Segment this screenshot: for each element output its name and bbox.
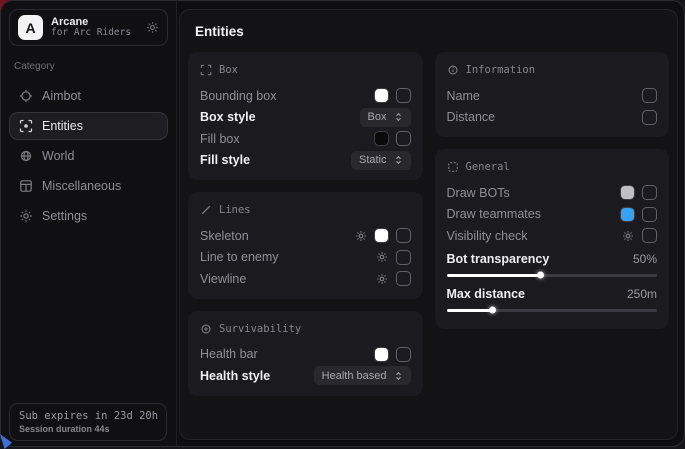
box-style-dropdown[interactable]: Box xyxy=(360,108,411,127)
info-icon xyxy=(447,64,459,76)
checkbox[interactable] xyxy=(642,228,657,243)
category-label: Category xyxy=(14,61,163,72)
sidebar-item-miscellaneous[interactable]: Miscellaneous xyxy=(9,172,168,200)
slider-row-bot-transparency: Bot transparency 50% xyxy=(447,250,658,269)
color-swatch[interactable] xyxy=(621,186,634,199)
section-title: Box xyxy=(219,64,238,76)
arcane-window: A Arcane for Arc Riders Category xyxy=(0,0,685,447)
chevron-up-down-icon xyxy=(394,155,403,165)
slider-row-max-distance: Max distance 250m xyxy=(447,285,658,304)
setting-row-fill-style: Fill style Static xyxy=(200,150,411,172)
setting-row-box-style: Box style Box xyxy=(200,107,411,129)
sidebar-item-label: Entities xyxy=(42,119,83,133)
gear-icon xyxy=(19,209,33,223)
right-column: Information Name Distance xyxy=(435,52,670,396)
health-style-dropdown[interactable]: Health based xyxy=(314,366,411,385)
subscription-status-card: Sub expires in 23d 20h Session duration … xyxy=(9,403,167,441)
session-duration-text: Session duration 44s xyxy=(19,424,157,434)
survivability-section: Survivability Health bar Health style xyxy=(188,311,423,396)
brand-subtitle: for Arc Riders xyxy=(51,28,131,39)
sidebar-item-label: Settings xyxy=(42,209,87,223)
entities-icon xyxy=(19,119,33,133)
setting-row-health-style: Health style Health based xyxy=(200,365,411,387)
row-gear-icon[interactable] xyxy=(376,251,388,263)
section-title: Survivability xyxy=(219,323,301,335)
color-swatch[interactable] xyxy=(375,229,388,242)
color-swatch[interactable] xyxy=(375,89,388,102)
checkbox[interactable] xyxy=(642,110,657,125)
brand-logo: A xyxy=(18,15,43,40)
chevron-up-down-icon xyxy=(394,112,403,122)
left-column: Box Bounding box Box style xyxy=(188,52,423,396)
setting-row-visibility-check: Visibility check xyxy=(447,225,658,247)
setting-row-viewline: Viewline xyxy=(200,268,411,290)
row-gear-icon[interactable] xyxy=(355,230,367,242)
checkbox[interactable] xyxy=(642,185,657,200)
line-icon xyxy=(200,204,212,216)
setting-row-health-bar: Health bar xyxy=(200,344,411,366)
setting-row-bounding-box: Bounding box xyxy=(200,85,411,107)
sidebar-nav: Aimbot Entities World xyxy=(9,82,168,230)
survivability-icon xyxy=(200,323,212,335)
slider-thumb[interactable] xyxy=(489,307,496,314)
slider-thumb[interactable] xyxy=(537,272,544,279)
sidebar-item-settings[interactable]: Settings xyxy=(9,202,168,230)
setting-row-skeleton: Skeleton xyxy=(200,225,411,247)
checkbox[interactable] xyxy=(396,228,411,243)
sidebar-item-entities[interactable]: Entities xyxy=(9,112,168,140)
section-title: General xyxy=(466,161,510,173)
page-title: Entities xyxy=(195,24,669,39)
globe-icon xyxy=(19,149,33,163)
checkbox[interactable] xyxy=(396,250,411,265)
color-swatch[interactable] xyxy=(375,348,388,361)
setting-row-line-to-enemy: Line to enemy xyxy=(200,247,411,269)
setting-row-draw-teammates: Draw teammates xyxy=(447,204,658,226)
setting-row-name: Name xyxy=(447,85,658,107)
setting-row-draw-bots: Draw BOTs xyxy=(447,182,658,204)
main-panel: Entities Box Bounding box xyxy=(179,9,678,440)
general-section: General Draw BOTs Draw teammates xyxy=(435,149,670,329)
row-gear-icon[interactable] xyxy=(376,273,388,285)
chevron-up-down-icon xyxy=(394,371,403,381)
crosshair-icon xyxy=(19,89,33,103)
sidebar: A Arcane for Arc Riders Category xyxy=(1,1,177,446)
checkbox[interactable] xyxy=(396,347,411,362)
screen: A Arcane for Arc Riders Category xyxy=(0,0,685,449)
slider-value: 250m xyxy=(627,287,657,301)
row-gear-icon[interactable] xyxy=(622,230,634,242)
setting-row-fill-box: Fill box xyxy=(200,128,411,150)
bot-transparency-slider[interactable] xyxy=(447,274,658,277)
section-title: Lines xyxy=(219,204,251,216)
lines-section: Lines Skeleton xyxy=(188,192,423,299)
sidebar-item-world[interactable]: World xyxy=(9,142,168,170)
brand-gear-icon[interactable] xyxy=(146,21,159,34)
sidebar-item-label: World xyxy=(42,149,74,163)
section-title: Information xyxy=(466,64,536,76)
color-swatch[interactable] xyxy=(621,208,634,221)
layout-grid-icon xyxy=(19,179,33,193)
color-swatch[interactable] xyxy=(375,132,388,145)
checkbox[interactable] xyxy=(396,131,411,146)
information-section: Information Name Distance xyxy=(435,52,670,137)
sidebar-item-aimbot[interactable]: Aimbot xyxy=(9,82,168,110)
brand-card: A Arcane for Arc Riders xyxy=(9,9,168,46)
sub-expiry-text: Sub expires in 23d 20h xyxy=(19,410,157,422)
max-distance-slider[interactable] xyxy=(447,309,658,312)
setting-row-distance: Distance xyxy=(447,107,658,129)
slider-value: 50% xyxy=(633,252,657,266)
fill-style-dropdown[interactable]: Static xyxy=(351,151,411,170)
checkbox[interactable] xyxy=(642,88,657,103)
box-corners-icon xyxy=(200,64,212,76)
general-icon xyxy=(447,161,459,173)
checkbox[interactable] xyxy=(396,271,411,286)
sidebar-item-label: Aimbot xyxy=(42,89,81,103)
checkbox[interactable] xyxy=(396,88,411,103)
sidebar-item-label: Miscellaneous xyxy=(42,179,121,193)
checkbox[interactable] xyxy=(642,207,657,222)
box-section: Box Bounding box Box style xyxy=(188,52,423,180)
